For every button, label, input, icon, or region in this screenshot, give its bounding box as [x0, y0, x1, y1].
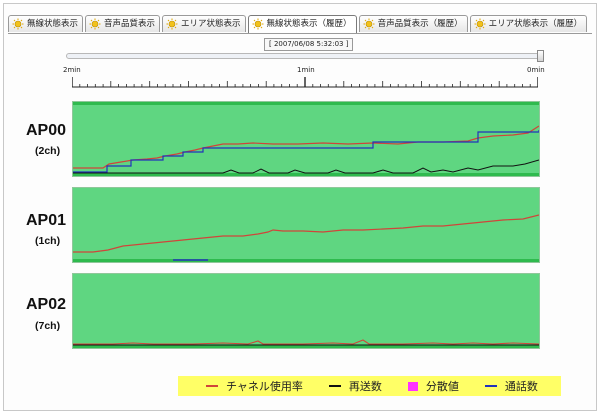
graph-top-band — [73, 102, 539, 105]
tab-label: 音声品質表示（履歴） — [377, 19, 463, 29]
tab-radio-status[interactable]: 無線状態表示 — [8, 15, 84, 32]
tab-radio-status-history[interactable]: 無線状態表示（履歴） — [247, 15, 357, 33]
tab-label: 無線状態表示（履歴） — [266, 19, 352, 29]
ap02-graph — [72, 273, 540, 349]
timestamp: [ 2007/06/08 5:32:03 ] — [264, 38, 354, 51]
time-slider-track[interactable] — [66, 53, 544, 59]
tab-label: 無線状態表示 — [27, 19, 79, 29]
legend-swatch — [328, 385, 341, 387]
channel-label: (2ch) — [35, 145, 61, 157]
tab-voice-quality-history[interactable]: 音声品質表示（履歴） — [358, 15, 468, 32]
tab-bar: 無線状態表示 音声品質表示 エリア状態表示 無線状態表示（履歴） 音声品質表示（… — [8, 15, 589, 33]
tab-voice-quality[interactable]: 音声品質表示 — [85, 15, 161, 32]
sun-icon — [166, 18, 178, 30]
tab-label: 音声品質表示 — [104, 19, 156, 29]
sun-icon — [363, 18, 375, 30]
graph-bottom-band — [73, 345, 539, 348]
legend-item-variance: 分散値 — [407, 378, 459, 394]
graph-bottom-band — [73, 259, 539, 262]
legend-item-channel-usage: チャネル使用率 — [206, 378, 303, 394]
ap01-graph — [72, 187, 540, 263]
sun-icon — [89, 18, 101, 30]
tab-label: エリア状態表示 — [181, 19, 241, 29]
legend-label: 通話数 — [504, 380, 538, 393]
legend-label: 再送数 — [348, 380, 382, 393]
time-axis — [72, 77, 538, 88]
ap00-graph — [72, 101, 540, 177]
tab-label: エリア状態表示（履歴） — [488, 19, 583, 29]
time-slider-thumb[interactable] — [537, 50, 544, 62]
channel-label: (7ch) — [35, 320, 61, 332]
legend-label: 分散値 — [425, 380, 459, 393]
sun-icon — [252, 18, 264, 30]
ap-label: AP02 — [26, 296, 67, 313]
channel-label: (1ch) — [35, 235, 61, 247]
legend-label: チャネル使用率 — [226, 380, 303, 393]
graph-background — [73, 188, 539, 262]
legend-swatch — [407, 381, 418, 391]
graph-background — [73, 102, 539, 176]
sun-icon — [12, 18, 24, 30]
sun-icon — [474, 18, 486, 30]
legend-item-call-count: 通話数 — [484, 378, 538, 394]
tab-area-status-history[interactable]: エリア状態表示（履歴） — [469, 15, 588, 32]
ap-label: AP01 — [26, 212, 67, 229]
tab-divider — [8, 33, 592, 34]
ap-label: AP00 — [26, 122, 67, 139]
legend-swatch — [206, 385, 218, 387]
graph-background — [73, 274, 539, 348]
legend-swatch — [484, 385, 497, 387]
tab-area-status[interactable]: エリア状態表示 — [162, 15, 246, 32]
legend: チャネル使用率 再送数 分散値 通話数 — [178, 376, 561, 396]
legend-item-retransmit-count: 再送数 — [328, 378, 382, 394]
